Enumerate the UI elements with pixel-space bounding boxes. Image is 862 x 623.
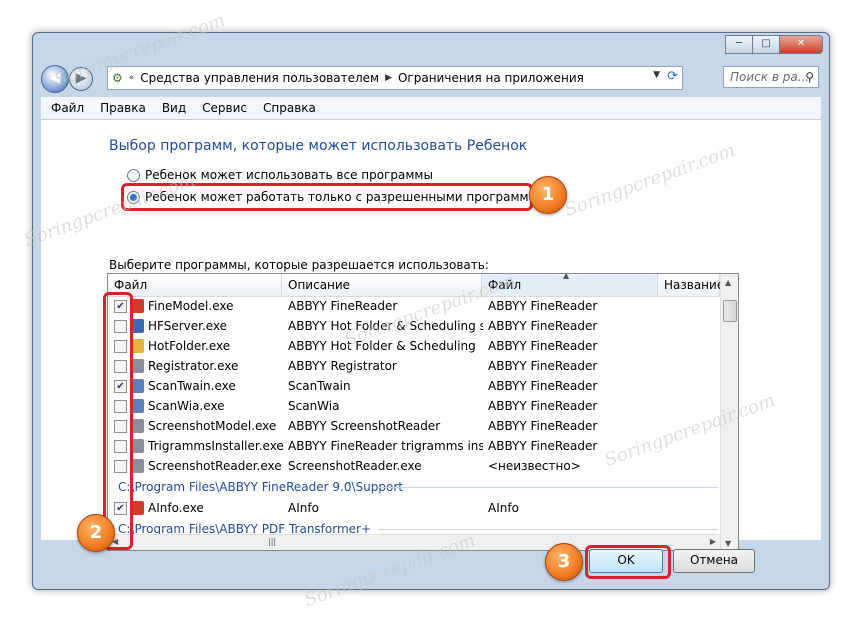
program-file: TrigrammsInstaller.exe	[148, 439, 284, 453]
program-product: ABBYY FineReader	[488, 299, 598, 313]
maximize-button[interactable]: □	[752, 35, 780, 54]
program-file: ScanWia.exe	[148, 399, 225, 413]
program-file: Registrator.exe	[148, 359, 239, 373]
program-file: ScreenshotReader.exe	[148, 459, 282, 473]
scroll-grip-icon[interactable]: |||	[268, 537, 276, 546]
radio-label: Ребенок может использовать все программы	[145, 168, 433, 182]
program-product: ABBYY FineReader	[488, 319, 598, 333]
highlight-frame	[121, 183, 533, 211]
program-description: ABBYY ScreenshotReader	[288, 419, 441, 433]
minimize-button[interactable]: ─	[725, 35, 753, 54]
program-description: AInfo	[288, 501, 319, 515]
scroll-right-icon[interactable]: ▶	[710, 537, 716, 546]
chevron-down-icon[interactable]: ▼	[653, 70, 660, 80]
breadcrumb-separator-icon: ▶	[385, 73, 392, 83]
programs-list: Файл Описание Файл Название ▲ ✔ FineModel…	[107, 273, 739, 551]
program-description: ABBYY Hot Folder & Scheduling s...	[288, 319, 483, 333]
program-file: HFServer.exe	[148, 319, 228, 333]
menu-tools[interactable]: Сервис	[202, 101, 247, 115]
highlight-frame-checkboxes	[103, 292, 133, 550]
scroll-thumb[interactable]	[723, 300, 737, 322]
column-file[interactable]: Файл	[108, 274, 282, 296]
program-product: ABBYY FineReader	[488, 359, 598, 373]
navigation-bar: ◀ ▶ ⚙ « Средства управления пользователе…	[41, 63, 821, 93]
window-controls: ─ □ ✕	[725, 35, 823, 54]
list-caption: Выберите программы, которые разрешается …	[109, 258, 489, 272]
column-file-sorted[interactable]: Файл	[482, 274, 658, 296]
program-description: ABBYY Hot Folder & Scheduling	[288, 339, 476, 353]
table-row[interactable]: HotFolder.exe ABBYY Hot Folder & Scheduli…	[108, 336, 720, 356]
refresh-icon[interactable]: ⟳	[667, 69, 678, 84]
menu-help[interactable]: Справка	[263, 101, 316, 115]
table-row[interactable]: ScanWia.exe ScanWia ABBYY FineReader	[108, 396, 720, 416]
table-row[interactable]: ScreenshotReader.exe ScreenshotReader.exe…	[108, 456, 720, 476]
table-row[interactable]: ✔ FineModel.exe ABBYY FineReader ABBYY Fine…	[108, 296, 720, 316]
menu-bar: Файл Правка Вид Сервис Справка	[41, 97, 821, 120]
table-row[interactable]: TrigrammsInstaller.exe ABBYY FineReader t…	[108, 436, 720, 456]
step-badge-1: 1	[529, 176, 567, 214]
breadcrumb-app-restrictions[interactable]: Ограничения на приложения	[398, 71, 584, 85]
table-row[interactable]: HFServer.exe ABBYY Hot Folder & Schedulin…	[108, 316, 720, 336]
search-icon[interactable]: ⚲	[805, 67, 814, 88]
program-product: ABBYY FineReader	[488, 439, 598, 453]
table-row[interactable]: ✔ ScanTwain.exe ScanTwain ABBYY FineReader	[108, 376, 720, 396]
menu-view[interactable]: Вид	[162, 101, 186, 115]
program-description: ScanWia	[288, 399, 340, 413]
program-description: ABBYY FineReader trigramms inst...	[288, 439, 483, 453]
program-description: ScanTwain	[288, 379, 351, 393]
table-row[interactable]: ScreenshotModel.exe ABBYY ScreenshotReade…	[108, 416, 720, 436]
program-description: ABBYY FineReader	[288, 299, 398, 313]
column-description[interactable]: Описание	[282, 274, 482, 296]
menu-file[interactable]: Файл	[51, 101, 84, 115]
program-product: ABBYY FineReader	[488, 339, 598, 353]
title-bar: ─ □ ✕	[33, 33, 829, 57]
cancel-button[interactable]: Отмена	[673, 549, 755, 573]
page-title: Выбор программ, которые может использова…	[109, 138, 528, 154]
program-file: HotFolder.exe	[148, 339, 231, 353]
main-content: Выбор программ, которые может использова…	[41, 120, 821, 552]
step-badge-3: 3	[545, 543, 583, 581]
scroll-down-icon[interactable]: ▼	[725, 539, 731, 548]
scroll-up-icon[interactable]: ▲	[725, 278, 731, 287]
program-description: ScreenshotReader.exe	[288, 459, 422, 473]
search-placeholder: Поиск в ра...	[730, 70, 810, 84]
step-badge-2: 2	[77, 514, 115, 552]
close-button[interactable]: ✕	[779, 35, 823, 54]
vertical-scrollbar[interactable]: ▲ ▼	[720, 274, 738, 550]
program-file: AInfo.exe	[148, 501, 204, 515]
address-bar[interactable]: ⚙ « Средства управления пользователем ▶ …	[107, 66, 683, 90]
forward-button[interactable]: ▶	[69, 67, 93, 91]
program-description: ABBYY Registrator	[288, 359, 397, 373]
breadcrumb-parental-controls[interactable]: Средства управления пользователем	[140, 71, 379, 85]
table-row[interactable]: ✔ AInfo.exe AInfo AInfo	[108, 498, 720, 518]
search-input[interactable]: Поиск в ра... ⚲	[723, 66, 819, 88]
back-button[interactable]: ◀	[41, 65, 69, 93]
column-name[interactable]: Название	[658, 274, 724, 296]
ok-button[interactable]: OK	[589, 549, 663, 573]
radio-all-programs[interactable]: Ребенок может использовать все программы	[127, 168, 433, 182]
menu-edit[interactable]: Правка	[100, 101, 146, 115]
program-file: ScreenshotModel.exe	[148, 419, 277, 433]
program-product: ABBYY FineReader	[488, 399, 598, 413]
sort-arrow-icon: ▲	[563, 273, 570, 280]
control-panel-icon: ⚙	[112, 71, 123, 85]
program-product: ABBYY FineReader	[488, 419, 598, 433]
program-file: FineModel.exe	[148, 299, 234, 313]
program-product: <неизвестно>	[488, 459, 581, 473]
chevron-icon: «	[128, 73, 135, 83]
program-product: ABBYY FineReader	[488, 379, 598, 393]
program-file: ScanTwain.exe	[148, 379, 236, 393]
group-header: C:\Program Files\ABBYY FineReader 9.0\Su…	[118, 476, 718, 498]
application-window: ─ □ ✕ ◀ ▶ ⚙ « Средства управления пользо…	[32, 32, 830, 590]
program-product: AInfo	[488, 501, 519, 515]
table-row[interactable]: Registrator.exe ABBYY Registrator ABBYY Fi…	[108, 356, 720, 376]
radio-button[interactable]	[127, 168, 140, 182]
list-header: Файл Описание Файл Название ▲	[108, 274, 738, 297]
